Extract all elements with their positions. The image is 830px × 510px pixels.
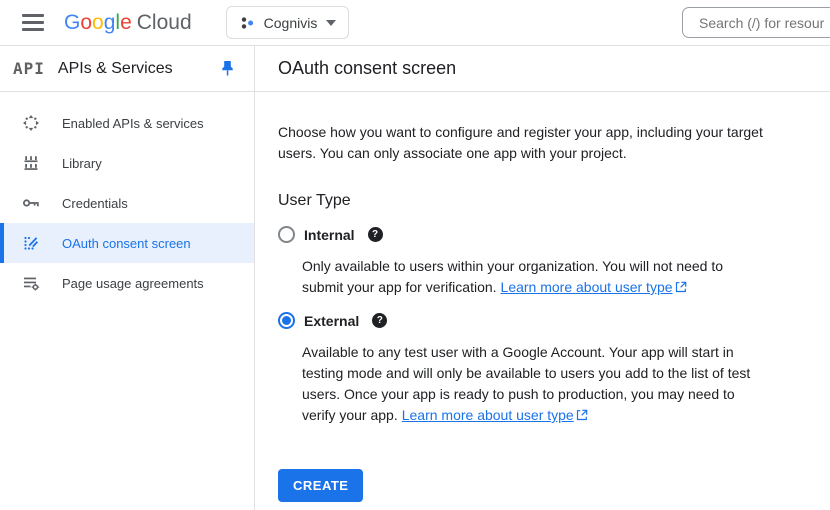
description-line: Only available to users within your orga…: [302, 256, 806, 277]
sidebar-item-page-usage-agreements[interactable]: Page usage agreements: [0, 263, 254, 303]
sidebar-item-enabled-apis[interactable]: Enabled APIs & services: [0, 103, 254, 143]
search-input[interactable]: [682, 7, 830, 38]
user-type-option-external[interactable]: External ?: [278, 312, 806, 329]
external-link-icon: [576, 409, 588, 421]
user-type-heading: User Type: [278, 192, 806, 210]
intro-text: Choose how you want to configure and reg…: [278, 122, 786, 164]
api-product-logo: API: [13, 59, 45, 78]
sidebar-item-credentials[interactable]: Credentials: [0, 183, 254, 223]
help-icon[interactable]: ?: [368, 227, 383, 242]
description-line: users. Once your app is ready to push to…: [302, 384, 806, 405]
internal-description: Only available to users within your orga…: [302, 256, 806, 298]
description-line: submit your app for verification.Learn m…: [302, 277, 806, 298]
external-link-icon: [675, 281, 687, 293]
sidebar-item-label: Page usage agreements: [62, 276, 204, 291]
description-text: submit your app for verification.: [302, 279, 497, 295]
project-icon: [239, 15, 255, 31]
logo-letter: o: [80, 11, 92, 34]
sidebar-item-label: OAuth consent screen: [62, 236, 191, 251]
list-gear-icon: [22, 274, 40, 292]
logo-letter: e: [120, 11, 132, 34]
learn-more-link[interactable]: Learn more about user type: [402, 407, 574, 423]
radio-external[interactable]: [278, 312, 295, 329]
option-label-external[interactable]: External: [304, 313, 359, 329]
google-cloud-logo[interactable]: GoogleCloud: [64, 11, 192, 35]
sidebar-item-library[interactable]: Library: [0, 143, 254, 183]
sidebar-item-label: Enabled APIs & services: [62, 116, 204, 131]
description-line: Available to any test user with a Google…: [302, 342, 806, 363]
logo-letter: G: [64, 11, 80, 34]
logo-letter: g: [104, 11, 116, 34]
option-label-internal[interactable]: Internal: [304, 227, 355, 243]
page-title: OAuth consent screen: [255, 46, 830, 92]
oauth-consent-icon: [22, 234, 40, 252]
chevron-down-icon: [326, 20, 336, 26]
sidebar-item-oauth-consent-screen[interactable]: OAuth consent screen: [0, 223, 254, 263]
sidebar: API APIs & Services: [0, 46, 255, 510]
project-name: Cognivis: [264, 15, 318, 31]
logo-letter: o: [92, 11, 104, 34]
sidebar-title: APIs & Services: [58, 60, 221, 78]
sidebar-nav: Enabled APIs & services Library: [0, 92, 254, 303]
sidebar-header: API APIs & Services: [0, 46, 254, 92]
pin-icon[interactable]: [221, 60, 234, 77]
top-bar: GoogleCloud Cognivis: [0, 0, 830, 46]
learn-more-link[interactable]: Learn more about user type: [501, 279, 673, 295]
key-icon: [22, 194, 40, 212]
compass-dots-icon: [22, 114, 40, 132]
menu-icon[interactable]: [22, 14, 44, 31]
main-content: OAuth consent screen Choose how you want…: [255, 46, 830, 510]
project-selector[interactable]: Cognivis: [226, 6, 350, 39]
external-description: Available to any test user with a Google…: [302, 342, 806, 426]
user-type-option-internal[interactable]: Internal ?: [278, 226, 806, 243]
description-line: verify your app.Learn more about user ty…: [302, 405, 806, 426]
create-button[interactable]: CREATE: [278, 469, 363, 502]
description-line: testing mode and will only be available …: [302, 363, 806, 384]
description-text: verify your app.: [302, 407, 398, 423]
library-icon: [22, 154, 40, 172]
sidebar-item-label: Library: [62, 156, 102, 171]
radio-internal[interactable]: [278, 226, 295, 243]
help-icon[interactable]: ?: [372, 313, 387, 328]
logo-cloud-text: Cloud: [137, 11, 192, 34]
sidebar-item-label: Credentials: [62, 196, 128, 211]
